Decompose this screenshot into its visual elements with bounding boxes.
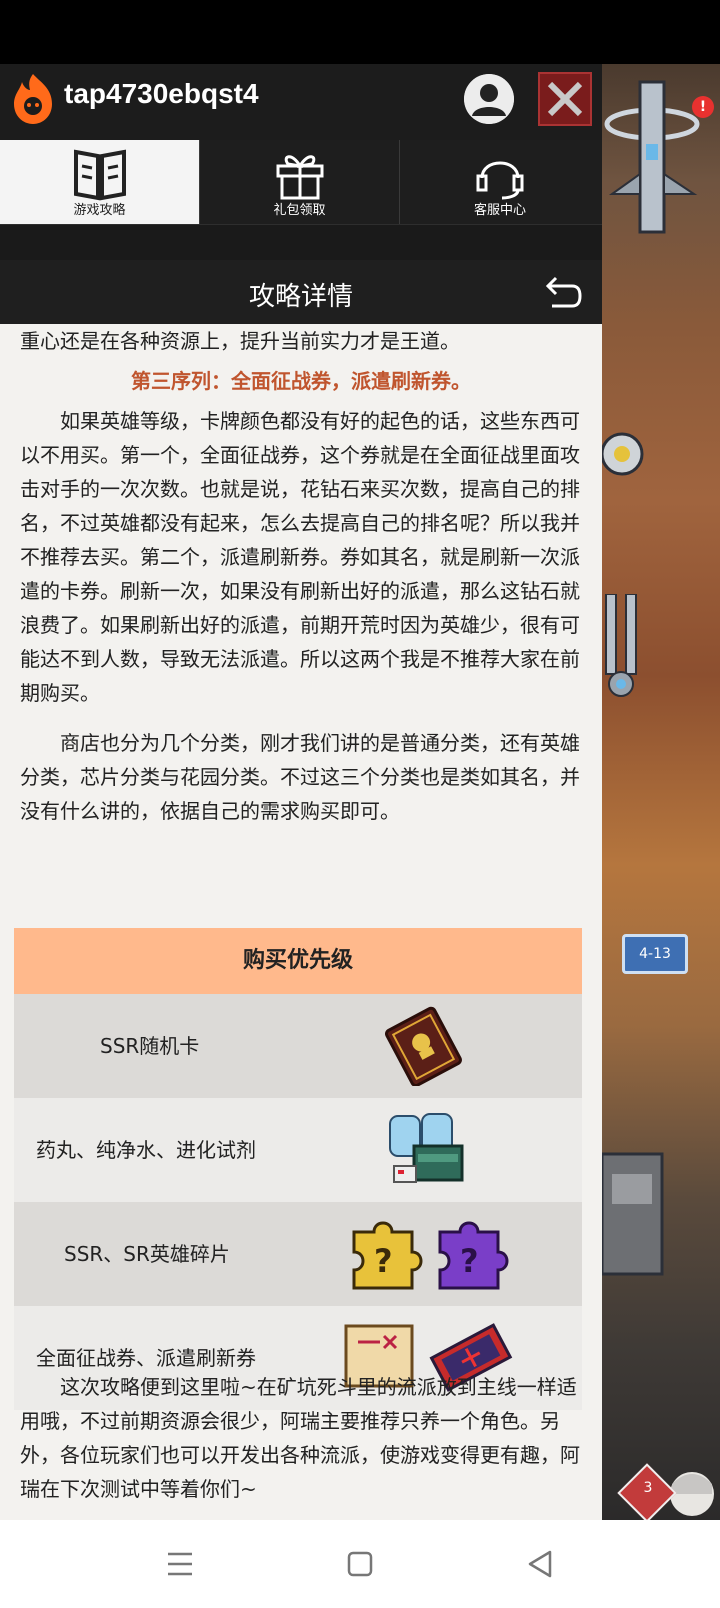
priority-table: 购买优先级 SSR随机卡 药丸、纯净水、进化试剂 SSR、SR英雄碎片 ? ? … (14, 928, 582, 1410)
paragraph-1: 如果英雄等级，卡牌颜色都没有好的起色的话，这些东西可以不用买。第一个，全面征战券… (20, 409, 580, 705)
status-bar (0, 0, 720, 64)
priority-table-title: 购买优先级 (14, 928, 582, 994)
guide-panel: tap4730ebqst4 游戏攻略 礼包领取 客服中心 攻略详情 重心还是在各… (0, 64, 602, 1520)
ssr-card-icon (384, 1006, 462, 1086)
dice-value: 3 (643, 1480, 653, 1496)
system-nav-bar (0, 1520, 720, 1608)
tab-support[interactable]: 客服中心 (400, 140, 600, 224)
mech-icon (602, 1152, 664, 1276)
paragraph-2: 商店也分为几个分类，刚才我们讲的是普通分类，还有英雄分类，芯片分类与花园分类。不… (20, 731, 580, 823)
alert-badge[interactable]: ! (692, 96, 714, 118)
supplies-icon (389, 1113, 464, 1183)
row-name: 药丸、纯净水、进化试剂 (36, 1138, 256, 1162)
level-badge[interactable]: 4-13 (622, 934, 688, 974)
close-button[interactable] (538, 72, 592, 126)
turret-icon (605, 594, 637, 697)
outro-paragraph: 这次攻略便到这里啦~在矿坑死斗里的流派放到主线一样适用哦，不过前期资源会很少，阿… (20, 1375, 580, 1501)
tab-guide-label: 游戏攻略 (73, 203, 126, 218)
svg-text:?: ? (460, 1242, 479, 1280)
headset-icon (476, 161, 524, 200)
tab-gift-label: 礼包领取 (273, 203, 326, 218)
username: tap4730ebqst4 (64, 78, 259, 109)
menu-icon[interactable] (160, 1544, 200, 1584)
sub-bar (0, 224, 602, 261)
tab-gift[interactable]: 礼包领取 (200, 140, 400, 224)
article-content: 重心还是在各种资源上，提升当前实力才是王道。 第三序列：全面征战券，派遣刷新券。… (0, 324, 602, 1520)
gift-icon (276, 155, 324, 200)
home-icon[interactable] (340, 1544, 380, 1584)
back-nav-icon[interactable] (520, 1544, 560, 1584)
page-title: 攻略详情 (248, 282, 353, 312)
user-icon (464, 74, 514, 124)
tab-support-label: 客服中心 (473, 203, 526, 218)
game-background (602, 64, 720, 1520)
sequence3-title: 第三序列：全面征战券，派遣刷新券。 (131, 369, 471, 393)
svg-text:?: ? (374, 1242, 393, 1280)
hero-shard-icon: ? ? (352, 1221, 509, 1290)
row-name: SSR、SR英雄碎片 (64, 1242, 230, 1266)
tab-guide[interactable]: 游戏攻略 (0, 140, 200, 224)
close-icon (547, 81, 583, 117)
book-icon (74, 149, 126, 201)
outro-section: 这次攻略便到这里啦~在矿坑死斗里的流派放到主线一样适用哦，不过前期资源会很少，阿… (0, 1370, 602, 1506)
table-row: SSR随机卡 (14, 994, 582, 1098)
panel-header: tap4730ebqst4 (0, 64, 602, 140)
tab-bar: 游戏攻略 礼包领取 客服中心 (0, 140, 602, 224)
back-icon[interactable] (542, 274, 582, 310)
intro-line: 重心还是在各种资源上，提升当前实力才是王道。 (20, 329, 460, 353)
table-row: SSR、SR英雄碎片 ? ? (14, 1202, 582, 1306)
row-name: SSR随机卡 (100, 1034, 200, 1058)
app-logo-icon (14, 74, 52, 124)
profile-button[interactable] (464, 74, 514, 124)
spaceship-icon (604, 80, 700, 234)
table-row: 药丸、纯净水、进化试剂 (14, 1098, 582, 1202)
page-title-bar: 攻略详情 (0, 260, 602, 324)
gear-drone-icon (602, 432, 644, 476)
